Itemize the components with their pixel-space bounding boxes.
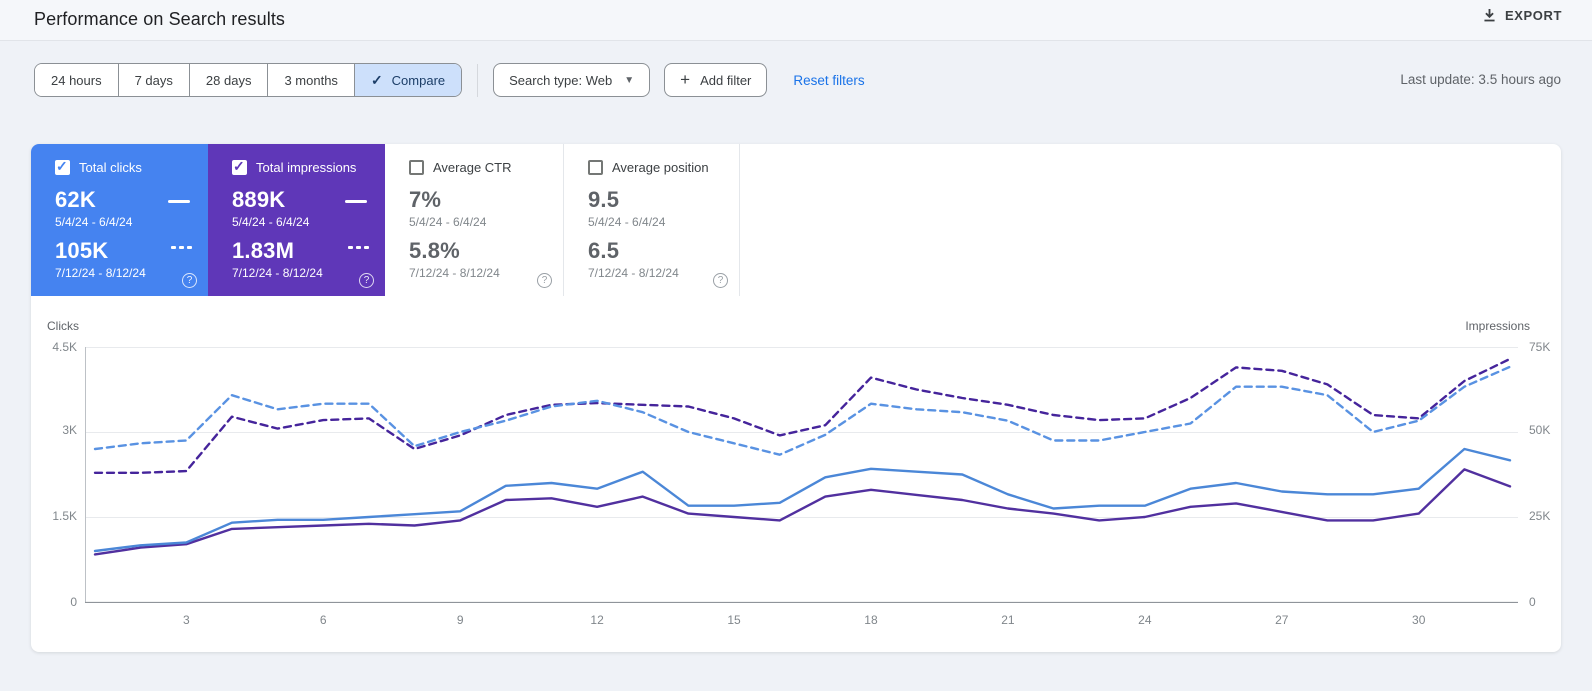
add-filter-button[interactable]: + Add filter	[664, 63, 768, 97]
metric-value-period2: 105K	[55, 238, 109, 263]
dashed-line-icon	[348, 246, 369, 249]
metric-card-average-ctr[interactable]: Average CTR 7% 5/4/24 - 6/4/24 5.8% 7/12…	[385, 144, 563, 296]
metric-range-period1: 5/4/24 - 6/4/24	[409, 215, 487, 229]
metric-range-period2: 7/12/24 - 8/12/24	[588, 266, 679, 280]
performance-panel: ✓ Total clicks 62K 5/4/24 - 6/4/24 105K …	[31, 144, 1561, 652]
metric-label: Total clicks	[79, 159, 142, 175]
left-axis-tick: 3K	[62, 423, 77, 437]
date-range-24-hours[interactable]: 24 hours	[35, 64, 118, 96]
x-axis-tick: 24	[1138, 613, 1152, 627]
check-icon: ✓	[370, 71, 383, 88]
chevron-down-icon: ▼	[624, 74, 635, 86]
series-line-impressions-7-12-24-8-12-24	[93, 357, 1512, 475]
metric-label: Average position	[612, 159, 709, 175]
compare-label: Compare	[391, 72, 446, 88]
metric-card-total-clicks[interactable]: ✓ Total clicks 62K 5/4/24 - 6/4/24 105K …	[31, 144, 208, 296]
series-line-impressions-5-4-24-6-4-24	[93, 468, 1512, 556]
x-axis-tick: 30	[1412, 613, 1426, 627]
metric-card-average-position[interactable]: Average position 9.5 5/4/24 - 6/4/24 6.5…	[563, 144, 740, 296]
date-range-7-days[interactable]: 7 days	[117, 64, 189, 96]
date-range-28-days[interactable]: 28 days	[188, 64, 268, 96]
metric-value-period1: 7%	[409, 187, 442, 212]
export-button[interactable]: EXPORT	[1482, 8, 1562, 23]
right-axis-title: Impressions	[1465, 319, 1530, 333]
right-axis-tick: 50K	[1529, 423, 1551, 437]
performance-line-chart	[85, 347, 1518, 603]
checkbox-unchecked-icon[interactable]	[409, 159, 424, 175]
help-icon[interactable]: ?	[537, 273, 552, 288]
metric-range-period1: 5/4/24 - 6/4/24	[55, 215, 133, 229]
last-update-text: Last update: 3.5 hours ago	[1400, 72, 1561, 87]
metric-range-period1: 5/4/24 - 6/4/24	[232, 215, 310, 229]
metric-range-period2: 7/12/24 - 8/12/24	[55, 266, 146, 280]
metric-range-period2: 7/12/24 - 8/12/24	[409, 266, 500, 280]
solid-line-icon	[168, 200, 190, 203]
right-axis-tick: 75K	[1529, 340, 1551, 354]
x-axis-tick: 6	[319, 613, 327, 627]
left-axis-tick: 4.5K	[52, 340, 77, 354]
metric-value-period2: 5.8%	[409, 238, 460, 263]
series-line-clicks-7-12-24-8-12-24	[93, 365, 1512, 456]
help-icon[interactable]: ?	[182, 273, 197, 288]
x-axis-tick: 9	[456, 613, 464, 627]
metric-value-period2: 6.5	[588, 238, 620, 263]
plus-icon: +	[680, 70, 691, 89]
left-axis-title: Clicks	[47, 319, 79, 333]
metric-range-period2: 7/12/24 - 8/12/24	[232, 266, 323, 280]
date-range-segmented-control: 24 hours 7 days 28 days 3 months ✓ Compa…	[34, 63, 463, 97]
x-axis-tick: 12	[590, 613, 604, 627]
metric-cards-row: ✓ Total clicks 62K 5/4/24 - 6/4/24 105K …	[31, 144, 740, 296]
date-range-3-months[interactable]: 3 months	[267, 64, 354, 96]
search-type-dropdown[interactable]: Search type: Web ▼	[493, 63, 651, 97]
solid-line-icon	[345, 200, 367, 203]
help-icon[interactable]: ?	[359, 273, 374, 288]
x-axis-tick: 18	[864, 613, 878, 627]
checkbox-checked-icon[interactable]: ✓	[232, 158, 247, 175]
dashed-line-icon	[171, 246, 192, 249]
reset-filters-link[interactable]: Reset filters	[793, 73, 864, 88]
x-axis-tick: 27	[1275, 613, 1289, 627]
right-axis-tick: 0	[1529, 595, 1536, 609]
metric-range-period1: 5/4/24 - 6/4/24	[588, 215, 666, 229]
metric-card-total-impressions[interactable]: ✓ Total impressions 889K 5/4/24 - 6/4/24…	[208, 144, 385, 296]
metric-label: Average CTR	[433, 159, 512, 175]
right-axis-tick: 25K	[1529, 509, 1551, 523]
checkbox-unchecked-icon[interactable]	[588, 159, 603, 175]
left-axis-tick: 0	[70, 595, 77, 609]
download-icon	[1482, 8, 1497, 23]
metric-value-period1: 9.5	[588, 187, 620, 212]
checkbox-checked-icon[interactable]: ✓	[55, 158, 70, 175]
export-label: EXPORT	[1504, 8, 1562, 23]
help-icon[interactable]: ?	[713, 273, 728, 288]
filter-bar: 24 hours 7 days 28 days 3 months ✓ Compa…	[0, 42, 1592, 122]
metric-value-period2: 1.83M	[232, 238, 295, 263]
x-axis-tick: 15	[727, 613, 741, 627]
date-range-compare[interactable]: ✓ Compare	[353, 64, 462, 96]
metric-label: Total impressions	[256, 159, 357, 175]
x-axis-tick: 21	[1001, 613, 1015, 627]
page-header: Performance on Search results EXPORT	[0, 0, 1592, 41]
left-axis-tick: 1.5K	[52, 509, 77, 523]
series-line-clicks-5-4-24-6-4-24	[93, 447, 1512, 553]
x-axis-tick: 3	[182, 613, 190, 627]
filter-divider	[477, 63, 479, 97]
page-title: Performance on Search results	[34, 9, 286, 29]
